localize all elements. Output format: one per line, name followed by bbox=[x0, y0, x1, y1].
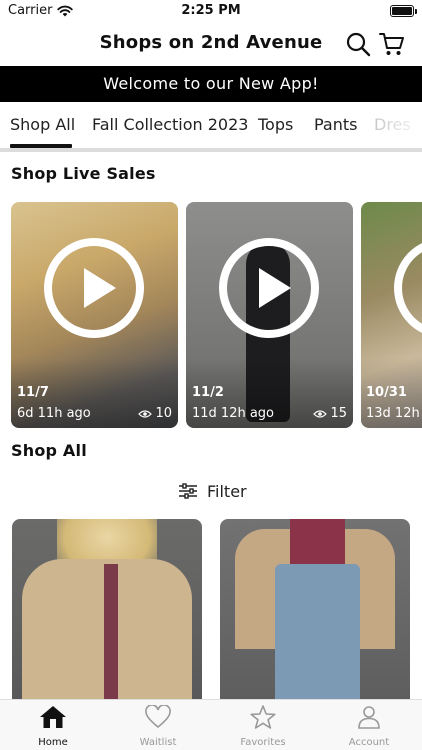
person-icon bbox=[358, 706, 380, 729]
home-icon bbox=[40, 706, 66, 728]
live-sale-date: 10/31 bbox=[366, 385, 407, 400]
bottom-tab-bar: Home Waitlist Favorites Account bbox=[0, 699, 422, 750]
heart-icon bbox=[145, 705, 171, 729]
play-icon[interactable] bbox=[394, 238, 422, 338]
tabbar-account[interactable]: Account bbox=[329, 705, 409, 748]
filter-button[interactable]: Filter bbox=[178, 480, 247, 502]
play-icon[interactable] bbox=[219, 238, 319, 338]
live-sale-time-ago: 13d 12h bbox=[366, 406, 420, 421]
product-image-top bbox=[290, 519, 345, 569]
tabbar-waitlist[interactable]: Waitlist bbox=[118, 705, 198, 748]
tabbar-label: Account bbox=[348, 737, 390, 748]
views-count: 15 bbox=[330, 406, 347, 421]
tab-tops[interactable]: Tops bbox=[258, 115, 293, 134]
star-icon bbox=[250, 705, 276, 729]
tabbar-label: Home bbox=[38, 737, 68, 748]
shop-all-heading: Shop All bbox=[11, 441, 87, 460]
header: Shops on 2nd Avenue bbox=[0, 22, 422, 66]
eye-icon bbox=[313, 409, 328, 418]
tab-shop-all[interactable]: Shop All bbox=[10, 115, 75, 134]
tabbar-label: Waitlist bbox=[139, 737, 177, 748]
live-sale-card[interactable]: 10/31 13d 12h bbox=[361, 202, 422, 428]
tabs-divider bbox=[0, 148, 422, 152]
live-sale-time-ago: 11d 12h ago bbox=[192, 406, 275, 421]
live-sales-heading: Shop Live Sales bbox=[11, 164, 156, 183]
live-sale-date: 11/2 bbox=[192, 385, 224, 400]
product-card[interactable] bbox=[12, 519, 202, 701]
live-sale-views: 10 bbox=[138, 406, 172, 421]
status-time: 2:25 PM bbox=[181, 3, 241, 18]
tabbar-favorites[interactable]: Favorites bbox=[223, 705, 303, 748]
tab-dresses[interactable]: Dres bbox=[374, 115, 411, 134]
cart-icon[interactable] bbox=[379, 31, 405, 57]
filter-label: Filter bbox=[207, 481, 247, 501]
live-sale-time-ago: 6d 11h ago bbox=[17, 406, 91, 421]
live-sale-card[interactable]: 11/7 6d 11h ago 10 bbox=[11, 202, 178, 428]
status-bar: Carrier 2:25 PM bbox=[0, 0, 422, 22]
category-tabs: Shop All Fall Collection 2023 Tops Pants… bbox=[0, 102, 422, 148]
product-card[interactable] bbox=[220, 519, 410, 701]
welcome-banner: Welcome to our New App! bbox=[0, 66, 422, 102]
live-sale-card[interactable]: 11/2 11d 12h ago 15 bbox=[186, 202, 353, 428]
views-count: 10 bbox=[155, 406, 172, 421]
tab-fall-collection[interactable]: Fall Collection 2023 bbox=[92, 115, 248, 134]
tabbar-label: Favorites bbox=[240, 737, 286, 748]
filter-icon bbox=[179, 483, 197, 499]
tabbar-home[interactable]: Home bbox=[13, 705, 93, 748]
tab-pants[interactable]: Pants bbox=[314, 115, 357, 134]
live-sale-date: 11/7 bbox=[17, 385, 49, 400]
live-sale-views: 15 bbox=[313, 406, 347, 421]
eye-icon bbox=[138, 409, 153, 418]
product-image-jeans bbox=[275, 564, 360, 701]
search-icon[interactable] bbox=[345, 31, 371, 57]
play-icon[interactable] bbox=[44, 238, 144, 338]
battery-icon bbox=[390, 5, 417, 17]
product-image-top bbox=[104, 564, 118, 701]
